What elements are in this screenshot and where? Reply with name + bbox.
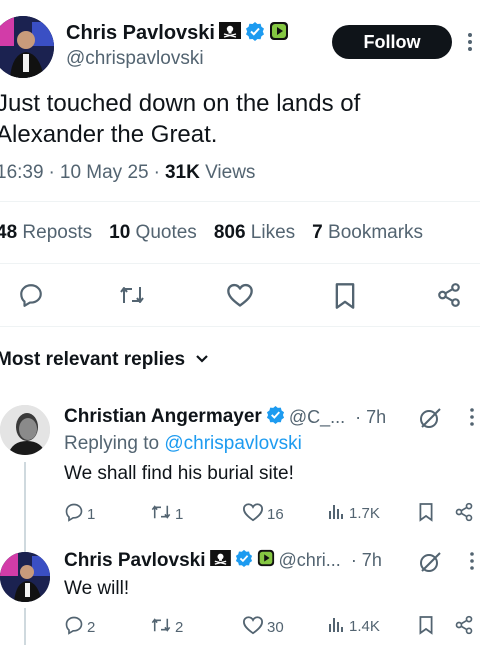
reply-count: 1 [87, 505, 96, 523]
tweet-date[interactable]: 10 May 25 [60, 162, 149, 184]
reply-bookmark-icon[interactable] [418, 615, 434, 640]
avatar-image [0, 405, 50, 455]
verified-badge-icon [245, 21, 265, 46]
reply-more-icon[interactable] [470, 552, 474, 575]
tweet-text-line: Just touched down on the lands of [0, 90, 361, 117]
reply-author-name[interactable]: Chris Pavlovski [64, 550, 206, 572]
author-avatar[interactable] [0, 16, 54, 78]
reply-like-button[interactable]: 30 [242, 615, 284, 639]
reply-avatar[interactable] [0, 405, 50, 455]
views-count: 1.4K [349, 617, 380, 635]
reply-bookmark-icon[interactable] [418, 502, 434, 527]
replying-to-handle[interactable]: @chrispavlovski [164, 433, 302, 454]
reply-views-button[interactable]: 1.4K [328, 615, 380, 637]
replying-to: Replying to @chrispavlovski [64, 433, 302, 455]
bookmarks-label: Bookmarks [328, 222, 424, 243]
repost-icon [150, 615, 172, 639]
reply-replies-button[interactable]: 2 [64, 615, 95, 639]
separator: · [153, 162, 160, 183]
like-count: 16 [267, 505, 284, 523]
quotes-label: Quotes [135, 222, 197, 243]
follow-button[interactable]: Follow [332, 25, 452, 59]
bookmarks-stat[interactable]: 7 Bookmarks [312, 222, 423, 244]
like-icon [242, 502, 264, 526]
reply-like-button[interactable]: 16 [242, 502, 284, 526]
reposts-stat[interactable]: 48 Reposts [0, 222, 92, 244]
reply-repost-button[interactable]: 1 [150, 502, 183, 526]
share-icon[interactable] [436, 282, 462, 308]
reply-more-icon[interactable] [470, 408, 474, 431]
divider [0, 201, 480, 202]
repost-count: 1 [175, 505, 184, 523]
grok-icon[interactable] [418, 551, 442, 578]
views-count: 31K [164, 162, 200, 183]
reply-share-icon[interactable] [454, 502, 474, 527]
reply-text: We shall find his burial site! [64, 463, 294, 484]
reply-author-handle[interactable]: @chri... [279, 550, 341, 571]
grok-icon[interactable] [418, 407, 442, 434]
rumble-logo-icon [269, 21, 289, 46]
rumble-logo-icon [257, 549, 275, 572]
likes-label: Likes [250, 222, 296, 243]
reply-avatar[interactable] [0, 552, 50, 602]
views-label: Views [205, 162, 256, 183]
more-options-icon[interactable] [468, 32, 472, 52]
verified-badge-icon [266, 405, 285, 429]
replying-to-prefix: Replying to [64, 433, 160, 454]
repost-icon[interactable] [118, 282, 146, 308]
thread-line [24, 608, 26, 645]
quotes-stat[interactable]: 10 Quotes [109, 222, 197, 244]
bookmarks-count: 7 [312, 222, 323, 243]
reply-views-button[interactable]: 1.7K [328, 502, 380, 524]
analytics-icon [328, 502, 346, 524]
like-count: 30 [267, 618, 284, 636]
avatar-image [0, 552, 50, 602]
reposts-count: 48 [0, 222, 18, 243]
reply-repost-button[interactable]: 2 [150, 615, 183, 639]
reply-icon [64, 615, 84, 639]
reply-author-name[interactable]: Christian Angermayer [64, 406, 262, 428]
tweet-text: Just touched down on the lands of Alexan… [0, 88, 360, 150]
like-icon [242, 615, 264, 639]
reposts-label: Reposts [22, 222, 93, 243]
pirate-flag-icon [209, 550, 231, 571]
likes-stat[interactable]: 806 Likes [214, 222, 295, 244]
tweet-text-line: Alexander the Great. [0, 121, 218, 148]
author-name[interactable]: Chris Pavlovski [66, 22, 215, 45]
divider [0, 326, 480, 327]
avatar-image [0, 16, 54, 78]
verified-badge-icon [235, 549, 253, 572]
views-count: 1.7K [349, 504, 380, 522]
repost-count: 2 [175, 618, 184, 636]
reply-time[interactable]: · 7h [351, 550, 382, 571]
author-handle[interactable]: @chrispavlovski [66, 48, 204, 70]
replies-header: Most relevant replies [0, 349, 186, 370]
reply-time[interactable]: · 7h [355, 407, 386, 428]
tweet-meta: 16:39 · 10 May 25 · 31K Views [0, 162, 255, 184]
reply-share-icon[interactable] [454, 615, 474, 640]
pirate-flag-icon [218, 22, 241, 44]
reply-text: We will! [64, 578, 130, 599]
analytics-icon [328, 615, 346, 637]
reply-replies-button[interactable]: 1 [64, 502, 95, 526]
tweet-time[interactable]: 16:39 [0, 162, 44, 184]
quotes-count: 10 [109, 222, 131, 243]
repost-icon [150, 502, 172, 526]
separator: · [48, 162, 55, 183]
bookmark-icon[interactable] [333, 282, 357, 310]
reply-author-handle[interactable]: @C_... [289, 407, 345, 428]
reply-icon[interactable] [18, 282, 44, 308]
reply-count: 2 [87, 618, 96, 636]
replies-sort-dropdown[interactable]: Most relevant replies [0, 349, 209, 371]
chevron-down-icon [195, 351, 209, 369]
divider [0, 263, 480, 264]
stats-row: 48 Reposts 10 Quotes 806 Likes 7 Bookmar… [0, 222, 423, 244]
like-icon[interactable] [226, 282, 254, 308]
reply-icon [64, 502, 84, 526]
likes-count: 806 [213, 222, 246, 243]
